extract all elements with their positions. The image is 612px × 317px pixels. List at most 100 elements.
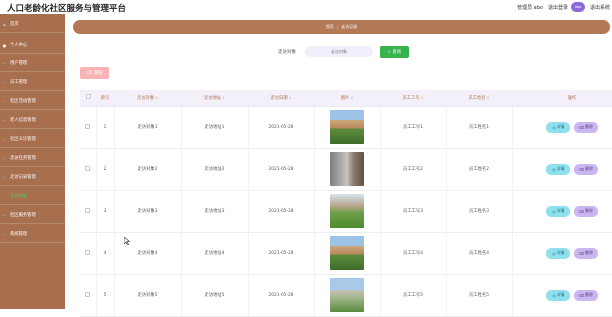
cell-address: 走访地址3 — [181, 190, 249, 233]
detail-icon: ◎ — [552, 124, 556, 130]
cell-address: 走访地址5 — [181, 274, 249, 317]
detail-button[interactable]: ◎ 详情 — [546, 205, 571, 217]
trash-icon: ⌫ — [578, 208, 585, 214]
cell-image — [314, 106, 381, 149]
sidebar-item-profile[interactable]: ● 个人中心 — [0, 37, 65, 54]
visit-photo[interactable] — [330, 194, 364, 228]
row-checkbox[interactable] — [80, 106, 97, 149]
column-header-employee-name[interactable]: 员工姓名⇕ — [446, 90, 512, 107]
trash-icon: ⌫ — [578, 166, 585, 172]
app-title: 人口老龄化社区服务与管理平台 — [7, 4, 127, 14]
column-header-index: 索引 — [96, 90, 114, 107]
select-all-checkbox[interactable] — [80, 90, 96, 107]
cell-actions: ◎ 详情 ⌫ 删除 — [512, 106, 612, 149]
cell-actions: ◎ 详情 ⌫ 删除 — [512, 274, 612, 317]
bulk-delete-button[interactable]: ⌫ 删除 — [80, 67, 109, 79]
cell-employee-name: 员工姓名1 — [446, 106, 513, 149]
detail-button[interactable]: ◎ 详情 — [546, 289, 571, 301]
cell-employee-no: 员工工号1 — [380, 106, 447, 149]
cell-employee-name: 员工姓名5 — [446, 274, 513, 317]
row-delete-button[interactable]: ⌫ 删除 — [573, 289, 598, 301]
detail-button[interactable]: ◎ 详情 — [546, 247, 571, 259]
exit-system-link[interactable]: 退出系统 — [590, 4, 610, 11]
avatar[interactable]: abo — [570, 2, 585, 12]
cell-employee-name: 员工姓名4 — [446, 232, 513, 275]
visit-photo[interactable] — [330, 236, 364, 270]
detail-button[interactable]: ◎ 详情 — [546, 121, 571, 133]
cell-image — [314, 190, 381, 233]
detail-button[interactable]: ◎ 详情 — [546, 163, 571, 175]
sidebar-item-services[interactable]: · 社区服务管理 — [0, 207, 65, 224]
sidebar-subitem-visit-record[interactable]: 走访记录 — [0, 188, 65, 205]
service-icon: · — [3, 212, 6, 218]
sidebar: ⌂ 首页 ● 个人中心 · 用户管理 · 员工管理 · 社区活动管理 · 老人信息管理 · 社… — [0, 14, 65, 309]
staff-icon: · — [3, 79, 6, 85]
cell-target: 走访对象1 — [114, 106, 182, 149]
top-bar: 人口老龄化社区服务与管理平台 管理员 abo 退出登录 abo 退出系统 — [0, 0, 612, 14]
sidebar-item-system[interactable]: · 系统管理 — [0, 226, 65, 243]
visit-photo[interactable] — [330, 110, 364, 144]
cell-address: 走访地址4 — [181, 232, 249, 275]
column-header-address[interactable]: 走访地址⇕ — [181, 90, 248, 107]
cell-employee-no: 员工工号4 — [380, 232, 447, 275]
cell-date: 2021-05-28 — [248, 274, 315, 317]
table-row: 4 走访对象4 走访地址4 2021-05-28 员工工号4 员工姓名4 ◎ 详情… — [80, 232, 612, 275]
column-header-target[interactable]: 走访对象⇕ — [114, 90, 181, 107]
sort-icon: ⇕ — [350, 95, 354, 100]
home-icon: ⌂ — [3, 21, 6, 27]
cell-employee-no: 员工工号3 — [380, 190, 447, 233]
sort-icon: ⇕ — [486, 95, 490, 100]
sort-icon: ⇕ — [155, 95, 159, 100]
search-button[interactable]: ⌕ 查询 — [380, 46, 409, 58]
logout-link[interactable]: 退出登录 — [548, 4, 568, 11]
column-header-employee-no[interactable]: 员工工号⇕ — [380, 90, 446, 107]
cell-date: 2021-05-28 — [248, 232, 315, 275]
top-right-area: 管理员 abo 退出登录 abo 退出系统 — [512, 0, 612, 14]
sidebar-item-activities[interactable]: · 社区活动管理 — [0, 93, 65, 110]
trash-icon: ⌫ — [86, 70, 93, 76]
cell-employee-name: 员工姓名2 — [446, 148, 513, 191]
cell-target: 走访对象5 — [114, 274, 182, 317]
row-checkbox[interactable] — [80, 274, 97, 317]
cell-index: 1 — [96, 106, 115, 149]
record-icon: · — [3, 174, 6, 180]
cell-actions: ◎ 详情 ⌫ 删除 — [512, 190, 612, 233]
row-checkbox[interactable] — [80, 232, 97, 275]
visit-photo[interactable] — [330, 152, 364, 186]
trash-icon: ⌫ — [578, 250, 585, 256]
sidebar-item-elders[interactable]: · 老人信息管理 — [0, 112, 65, 129]
sidebar-item-users[interactable]: · 用户管理 — [0, 55, 65, 72]
sidebar-item-staff[interactable]: · 员工管理 — [0, 74, 65, 91]
sidebar-item-visit-tasks[interactable]: · 走访任务管理 — [0, 150, 65, 167]
column-header-image[interactable]: 图片⇕ — [314, 90, 380, 107]
current-user-label: 管理员 abo — [517, 4, 543, 11]
detail-icon: ◎ — [552, 208, 556, 214]
gear-icon: · — [3, 231, 6, 237]
sidebar-item-clinic[interactable]: · 社区义诊管理 — [0, 131, 65, 148]
cell-actions: ◎ 详情 ⌫ 删除 — [512, 232, 612, 275]
search-input[interactable] — [305, 46, 373, 57]
cell-employee-name: 员工姓名3 — [446, 190, 513, 233]
table-header-row: 索引 走访对象⇕ 走访地址⇕ 走访日期⇕ 图片⇕ 员工工号⇕ 员工姓名⇕ 操作 — [80, 90, 612, 107]
breadcrumb: 首页 / 走访记录 — [73, 20, 610, 34]
cell-image — [314, 232, 381, 275]
breadcrumb-home[interactable]: 首页 — [326, 24, 334, 30]
elder-icon: · — [3, 117, 6, 123]
row-delete-button[interactable]: ⌫ 删除 — [573, 247, 598, 259]
trash-icon: ⌫ — [578, 292, 585, 298]
table-row: 2 走访对象2 走访地址2 2021-05-28 员工工号2 员工姓名2 ◎ 详情… — [80, 148, 612, 191]
cell-image — [314, 148, 381, 191]
task-icon: · — [3, 155, 6, 161]
row-checkbox[interactable] — [80, 148, 97, 191]
visit-photo[interactable] — [330, 278, 364, 312]
column-header-date[interactable]: 走访日期⇕ — [248, 90, 314, 107]
row-delete-button[interactable]: ⌫ 删除 — [573, 163, 598, 175]
cell-date: 2021-05-28 — [248, 190, 315, 233]
row-delete-button[interactable]: ⌫ 删除 — [573, 205, 598, 217]
detail-icon: ◎ — [552, 292, 556, 298]
cell-date: 2021-05-28 — [248, 106, 315, 149]
sidebar-item-visit-records[interactable]: · 走访记录管理 — [0, 169, 65, 186]
sidebar-item-home[interactable]: ⌂ 首页 — [0, 16, 65, 33]
row-delete-button[interactable]: ⌫ 删除 — [573, 121, 598, 133]
row-checkbox[interactable] — [80, 190, 97, 233]
